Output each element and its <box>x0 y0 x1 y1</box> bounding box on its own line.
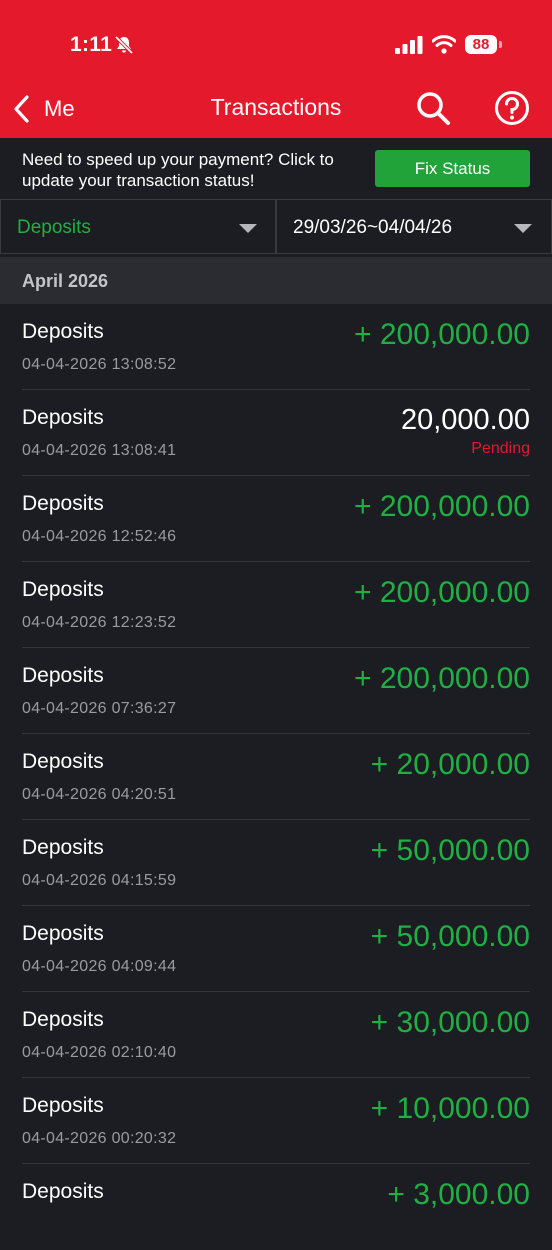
transaction-row[interactable]: Deposits 04-04-2026 07:36:27 + 200,000.0… <box>0 648 552 734</box>
transaction-title: Deposits <box>22 1094 104 1117</box>
transaction-title: Deposits <box>22 1008 104 1031</box>
date-range-value: 29/03/26~04/04/26 <box>293 217 453 238</box>
status-badge: Pending <box>471 440 530 457</box>
transaction-amount: + 200,000.00 <box>353 318 530 351</box>
page-title: Transactions <box>210 94 342 120</box>
transaction-title: Deposits <box>22 492 104 515</box>
status-banner: Need to speed up your payment? Click to … <box>0 138 552 199</box>
transaction-time: 04-04-2026 12:52:46 <box>22 528 177 545</box>
transaction-row[interactable]: Deposits 04-04-2026 02:10:40 + 30,000.00 <box>0 992 552 1078</box>
app-header: 1:11 88 Me Transactions <box>0 0 552 138</box>
caret-down-icon <box>239 224 257 233</box>
transaction-title: Deposits <box>22 406 104 429</box>
transaction-row[interactable]: Deposits 04-04-2026 13:08:52 + 200,000.0… <box>0 304 552 390</box>
transaction-amount: + 50,000.00 <box>370 920 530 953</box>
transaction-row[interactable]: Deposits 04-04-2026 12:52:46 + 200,000.0… <box>0 476 552 562</box>
month-label: April 2026 <box>22 271 109 291</box>
transaction-row[interactable]: Deposits 04-04-2026 12:23:52 + 200,000.0… <box>0 562 552 648</box>
transaction-time: 04-04-2026 13:08:52 <box>22 356 177 373</box>
transaction-amount: + 10,000.00 <box>370 1092 530 1125</box>
transaction-title: Deposits <box>22 836 104 859</box>
transaction-time: 04-04-2026 04:15:59 <box>22 872 177 889</box>
transaction-row[interactable]: Deposits 04-04-2026 04:20:51 + 20,000.00 <box>0 734 552 820</box>
transaction-title: Deposits <box>22 320 104 343</box>
transaction-amount: + 200,000.00 <box>353 662 530 695</box>
banner-text: Need to speed up your payment? Click to … <box>22 150 334 190</box>
transaction-title: Deposits <box>22 664 104 687</box>
transaction-amount: + 30,000.00 <box>370 1006 530 1039</box>
transaction-row[interactable]: Deposits 04-04-2026 00:20:32 + 10,000.00 <box>0 1078 552 1164</box>
transaction-amount: + 200,000.00 <box>353 490 530 523</box>
transaction-time: 04-04-2026 02:10:40 <box>22 1044 177 1061</box>
wifi-icon <box>432 35 456 54</box>
help-icon[interactable] <box>494 90 530 126</box>
transaction-row[interactable]: Deposits 04-04-2026 04:15:59 + 50,000.00 <box>0 820 552 906</box>
transaction-amount: + 3,000.00 <box>387 1178 530 1211</box>
transaction-time: 04-04-2026 04:09:44 <box>22 958 177 975</box>
battery-icon: 88 <box>465 35 503 55</box>
transaction-list: Deposits 04-04-2026 13:08:52 + 200,000.0… <box>0 304 552 1250</box>
caret-down-icon <box>514 224 532 233</box>
transaction-title: Deposits <box>22 750 104 773</box>
type-filter-dropdown[interactable]: Deposits <box>0 199 276 254</box>
transaction-amount: 20,000.00 <box>400 404 530 436</box>
transaction-row[interactable]: Deposits 04-04-2026 04:09:44 + 50,000.00 <box>0 906 552 992</box>
signal-icon <box>395 36 423 54</box>
status-time: 1:11 <box>70 33 113 56</box>
transaction-amount: + 200,000.00 <box>353 576 530 609</box>
transaction-amount: + 50,000.00 <box>370 834 530 867</box>
fix-status-button[interactable]: Fix Status <box>375 150 530 187</box>
transaction-time: 04-04-2026 13:08:41 <box>22 442 177 459</box>
transaction-row[interactable]: Deposits 04-04-2026 13:08:41 20,000.00 P… <box>0 390 552 476</box>
transaction-row[interactable]: Deposits + 3,000.00 <box>0 1164 552 1250</box>
transaction-title: Deposits <box>22 1180 104 1203</box>
transaction-time: 04-04-2026 00:20:32 <box>22 1130 177 1147</box>
month-section-header: April 2026 <box>0 257 552 304</box>
filter-bar: Deposits 29/03/26~04/04/26 <box>0 199 552 256</box>
type-filter-value: Deposits <box>17 217 91 238</box>
transaction-time: 04-04-2026 07:36:27 <box>22 700 177 717</box>
transaction-time: 04-04-2026 04:20:51 <box>22 786 177 803</box>
transaction-amount: + 20,000.00 <box>370 748 530 781</box>
date-range-dropdown[interactable]: 29/03/26~04/04/26 <box>276 199 552 254</box>
transaction-title: Deposits <box>22 578 104 601</box>
bell-slash-icon <box>114 35 134 55</box>
battery-level: 88 <box>465 35 497 54</box>
transaction-time: 04-04-2026 12:23:52 <box>22 614 177 631</box>
transaction-title: Deposits <box>22 922 104 945</box>
search-icon[interactable] <box>415 90 451 126</box>
